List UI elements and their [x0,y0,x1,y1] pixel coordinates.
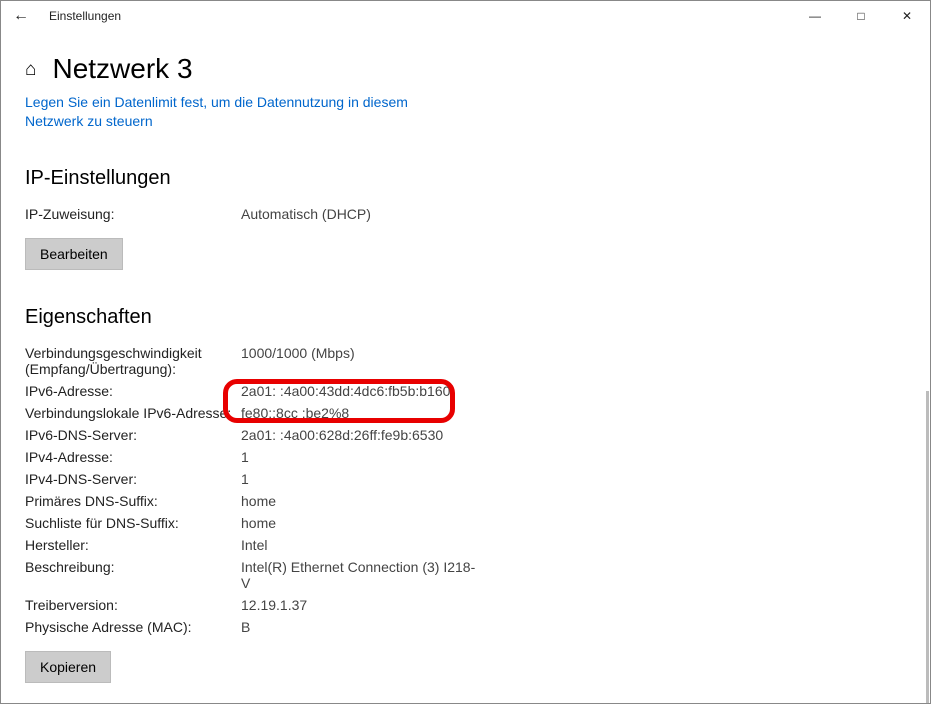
prop-label: Hersteller: [25,537,241,553]
prop-label: Physische Adresse (MAC): [25,619,241,635]
prop-label: Suchliste für DNS-Suffix: [25,515,241,531]
prop-label: Verbindungslokale IPv6-Adresse: [25,405,241,421]
prop-value: home [241,493,481,509]
page-title: Netzwerk 3 [52,53,192,85]
close-button[interactable]: ✕ [884,1,930,31]
prop-value: 1 [241,471,481,487]
prop-value: 2a01: :4a00:43dd:4dc6:fb5b:b160 [241,383,481,399]
data-limit-link[interactable]: Legen Sie ein Datenlimit fest, um die Da… [25,93,445,131]
prop-label: Beschreibung: [25,559,241,591]
prop-label: Treiberversion: [25,597,241,613]
prop-value: B [241,619,481,635]
scrollbar[interactable] [926,391,929,703]
back-button[interactable]: ← [13,7,33,25]
prop-value: Intel(R) Ethernet Connection (3) I218-V [241,559,481,591]
prop-label: IPv6-Adresse: [25,383,241,399]
prop-label: Primäres DNS-Suffix: [25,493,241,509]
edit-button[interactable]: Bearbeiten [25,238,123,270]
properties-heading: Eigenschaften [25,306,906,329]
prop-label: IPv4-Adresse: [25,449,241,465]
prop-label: Verbindungsgeschwindigkeit (Empfang/Über… [25,345,241,377]
ip-assign-label: IP-Zuweisung: [25,206,241,222]
prop-label: IPv6-DNS-Server: [25,427,241,443]
prop-value: Intel [241,537,481,553]
prop-value: 1000/1000 (Mbps) [241,345,481,377]
titlebar: ← Einstellungen — □ ✕ [1,1,930,31]
prop-label: IPv4-DNS-Server: [25,471,241,487]
prop-value: fe80::8cc :be2%8 [241,405,481,421]
ip-assign-value: Automatisch (DHCP) [241,206,481,222]
prop-value: 2a01: :4a00:628d:26ff:fe9b:6530 [241,427,481,443]
prop-value: 1 [241,449,481,465]
maximize-button[interactable]: □ [838,1,884,31]
ip-settings-heading: IP-Einstellungen [25,167,906,190]
window-title: Einstellungen [49,9,121,23]
copy-button[interactable]: Kopieren [25,651,111,683]
minimize-button[interactable]: — [792,1,838,31]
home-icon[interactable]: ⌂ [25,60,36,79]
prop-value: 12.19.1.37 [241,597,481,613]
prop-value: home [241,515,481,531]
